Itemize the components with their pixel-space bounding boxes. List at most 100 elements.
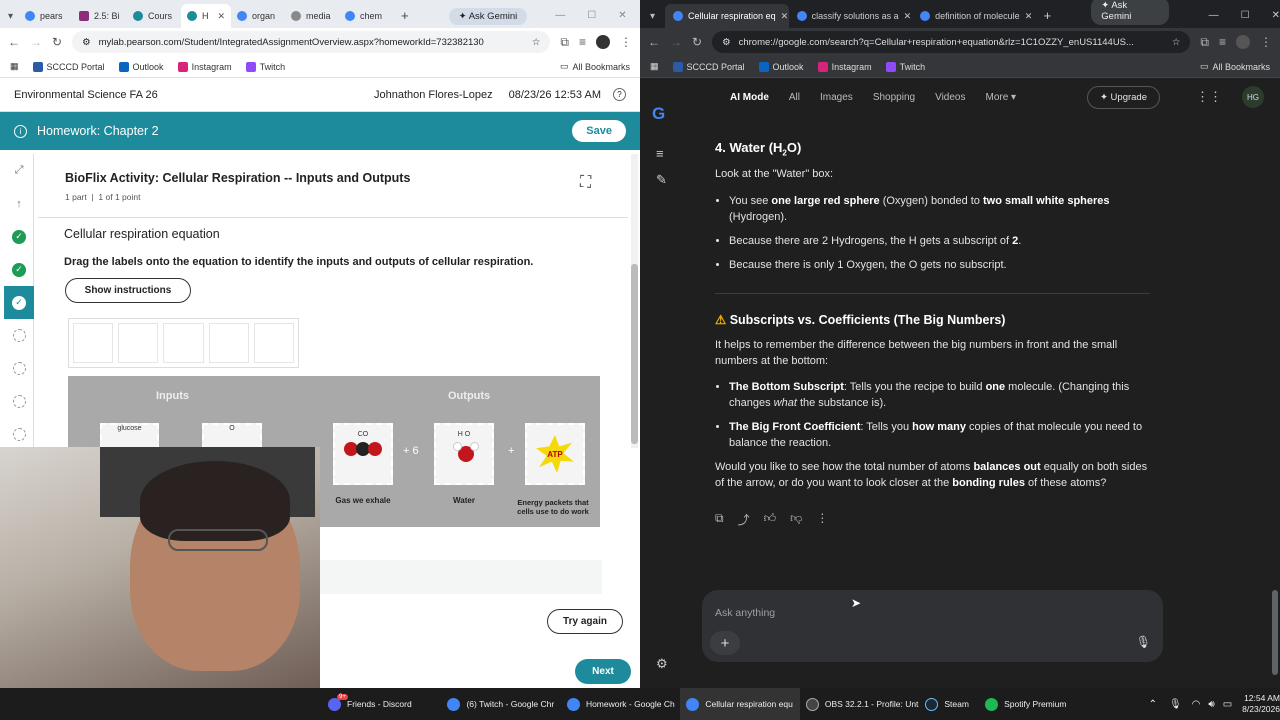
kebab-menu-icon[interactable]: ⋮ xyxy=(1260,35,1272,49)
forward-icon[interactable]: → xyxy=(670,35,682,49)
bookmark-instagram[interactable]: Instagram xyxy=(817,61,872,72)
bookmark-scccd[interactable]: SCCCD Portal xyxy=(672,61,745,72)
settings-gear-icon[interactable]: ⚙ xyxy=(656,656,668,672)
add-attachment-icon[interactable]: + xyxy=(710,631,740,655)
window-close-icon[interactable]: ✕ xyxy=(618,10,626,21)
extensions-icon[interactable]: ⧉ xyxy=(1200,35,1209,50)
all-bookmarks[interactable]: ▭ All Bookmarks xyxy=(1200,61,1270,72)
address-bar[interactable]: ⚙ chrome://google.com/search?q=Cellular+r… xyxy=(712,31,1191,53)
close-tab-icon[interactable]: ✕ xyxy=(781,11,789,22)
bookmark-scccd[interactable]: SCCCD Portal xyxy=(32,61,105,72)
nav-shopping[interactable]: Shopping xyxy=(873,92,915,103)
nav-ai-mode[interactable]: AI Mode xyxy=(730,92,769,103)
forward-icon[interactable]: → xyxy=(30,35,42,49)
label-slot[interactable] xyxy=(118,323,159,363)
question-6[interactable] xyxy=(4,385,34,418)
right-scrollbar[interactable] xyxy=(1272,140,1278,680)
bookmark-twitch[interactable]: Twitch xyxy=(885,61,925,72)
extensions-icon[interactable]: ⧉ xyxy=(560,35,569,50)
new-tab-icon[interactable]: + xyxy=(1044,8,1052,23)
apps-grid-icon[interactable]: ▦ xyxy=(10,61,19,72)
left-tab-4[interactable]: organ xyxy=(231,4,285,28)
info-icon[interactable]: i xyxy=(14,124,27,138)
back-icon[interactable]: ← xyxy=(648,35,660,49)
microphone-tray-icon[interactable]: 🎙︎ xyxy=(1169,699,1182,710)
tab-menu-icon[interactable]: ▾ xyxy=(8,11,13,22)
label-slot[interactable] xyxy=(163,323,204,363)
expand-icon[interactable]: ⤢ xyxy=(4,154,34,187)
atp-box[interactable]: ATP xyxy=(525,423,585,485)
scrollbar[interactable] xyxy=(631,154,638,448)
google-logo-icon[interactable]: G xyxy=(652,104,665,124)
reading-list-icon[interactable]: ≡ xyxy=(1219,35,1226,49)
taskbar-twitch[interactable]: (6) Twitch - Google Chr xyxy=(441,688,560,720)
new-tab-icon[interactable]: + xyxy=(401,8,409,23)
taskbar-spotify[interactable]: Spotify Premium xyxy=(979,688,1098,720)
more-options-icon[interactable]: ⋮ xyxy=(816,511,828,528)
left-tab-1[interactable]: 2.5: Bi xyxy=(73,4,127,28)
reading-list-icon[interactable]: ≡ xyxy=(579,35,586,49)
copy-icon[interactable]: ⧉ xyxy=(715,511,724,528)
taskbar-discord[interactable]: Friends - Discord xyxy=(322,688,441,720)
left-tab-5[interactable]: media xyxy=(285,4,339,28)
up-arrow-icon[interactable]: ↑ xyxy=(4,187,34,220)
close-tab-icon[interactable]: ✕ xyxy=(217,11,225,22)
back-icon[interactable]: ← xyxy=(8,35,20,49)
question-1-complete[interactable]: ✓ xyxy=(4,220,34,253)
show-instructions-button[interactable]: Show instructions xyxy=(65,278,191,303)
upgrade-button[interactable]: ✦ Upgrade xyxy=(1086,85,1160,109)
profile-avatar[interactable] xyxy=(596,35,610,49)
water-box[interactable]: H O xyxy=(434,423,494,485)
profile-avatar[interactable] xyxy=(1236,35,1250,49)
bookmark-instagram[interactable]: Instagram xyxy=(177,61,232,72)
left-tab-6[interactable]: chem xyxy=(339,4,393,28)
save-button[interactable]: Save xyxy=(572,120,626,142)
left-tab-2[interactable]: Cours xyxy=(127,4,181,28)
scroll-thumb[interactable] xyxy=(1272,590,1278,675)
minimize-icon[interactable]: — xyxy=(555,10,565,21)
site-info-icon[interactable]: ⚙ xyxy=(82,37,91,48)
taskbar-steam[interactable]: Steam xyxy=(919,688,979,720)
taskbar-homework[interactable]: Homework - Google Ch xyxy=(561,688,680,720)
left-tab-3-active[interactable]: H ✕ xyxy=(181,4,232,28)
address-bar[interactable]: ⚙ mylab.pearson.com/Student/IntegratedAss… xyxy=(72,31,551,53)
site-info-icon[interactable]: ⚙ xyxy=(722,37,731,48)
scroll-thumb[interactable] xyxy=(631,264,638,444)
next-button[interactable]: Next xyxy=(575,659,631,684)
left-tab-0[interactable]: pears xyxy=(19,4,73,28)
question-3-current[interactable]: ✓ xyxy=(4,286,34,319)
nav-videos[interactable]: Videos xyxy=(935,92,965,103)
bookmark-outlook[interactable]: Outlook xyxy=(758,61,804,72)
right-tab-0-active[interactable]: Cellular respiration eq ✕ xyxy=(665,4,789,28)
help-icon[interactable]: ? xyxy=(613,88,626,101)
google-apps-icon[interactable]: ⋮⋮ xyxy=(1196,89,1222,105)
kebab-menu-icon[interactable]: ⋮ xyxy=(620,35,632,49)
right-tab-1[interactable]: classify solutions as a ✕ xyxy=(789,4,913,28)
minimize-icon[interactable]: — xyxy=(1209,10,1219,21)
close-tab-icon[interactable]: ✕ xyxy=(1025,11,1033,22)
maximize-icon[interactable]: ☐ xyxy=(587,10,596,21)
clock[interactable]: 12:54 AM 8/23/2026 xyxy=(1242,693,1280,715)
apps-grid-icon[interactable]: ▦ xyxy=(650,61,659,72)
ask-input[interactable]: Ask anything xyxy=(715,607,775,619)
taskbar-cellular[interactable]: Cellular respiration equ xyxy=(680,688,800,720)
fullscreen-icon[interactable]: ⛶ xyxy=(580,174,591,192)
microphone-icon[interactable]: 🎙︎ xyxy=(1136,635,1151,649)
all-bookmarks[interactable]: ▭ All Bookmarks xyxy=(560,61,630,72)
ask-gemini-button[interactable]: ✦ Ask Gemini xyxy=(448,8,528,25)
maximize-icon[interactable]: ☐ xyxy=(1241,10,1250,21)
label-slot[interactable] xyxy=(208,323,249,363)
right-tab-2[interactable]: definition of molecule ✕ xyxy=(912,4,1036,28)
close-tab-icon[interactable]: ✕ xyxy=(904,11,912,22)
bookmark-star-icon[interactable]: ☆ xyxy=(532,37,541,48)
ask-gemini-button[interactable]: ✦ Ask Gemini xyxy=(1091,0,1169,25)
sidebar-menu-icon[interactable]: ≡ xyxy=(656,146,664,161)
nav-more[interactable]: More ▾ xyxy=(985,92,1016,103)
account-avatar[interactable]: HG xyxy=(1242,86,1264,108)
nav-all[interactable]: All xyxy=(789,92,800,103)
reload-icon[interactable]: ↻ xyxy=(52,35,62,49)
new-chat-icon[interactable]: ✎ xyxy=(656,172,667,188)
question-2-complete[interactable]: ✓ xyxy=(4,253,34,286)
bookmark-twitch[interactable]: Twitch xyxy=(245,61,285,72)
nav-images[interactable]: Images xyxy=(820,92,853,103)
